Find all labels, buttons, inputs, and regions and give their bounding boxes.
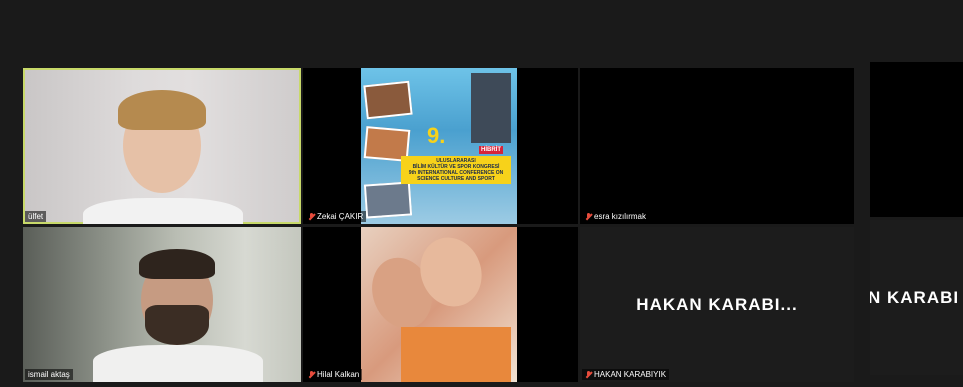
poster-title-block: ULUSLARARASI BİLİM KÜLTÜR VE SPOR KONGRE…	[401, 156, 511, 184]
participant-name-label: ülfet	[25, 211, 47, 222]
mic-muted-icon	[308, 370, 315, 379]
poster-number: 9.	[427, 123, 446, 148]
poster-photo	[363, 181, 413, 219]
participant-shirt	[83, 198, 243, 224]
photo-shirt	[401, 327, 511, 382]
video-tile-hilal[interactable]: Hilal Kalkan	[303, 227, 578, 382]
participant-name-label: Hilal Kalkan	[305, 369, 363, 380]
participant-display-name: N KARABI	[870, 287, 960, 307]
participant-hair	[139, 249, 215, 279]
video-tile-ulfet[interactable]: ülfet	[23, 68, 301, 224]
poster-photo	[363, 80, 413, 120]
participant-hair	[118, 90, 206, 130]
video-tile-ismail[interactable]: ismail aktaş	[23, 227, 301, 382]
poster-hybrid-tag: HİBRİT	[479, 146, 503, 154]
video-tile-hakan[interactable]: HAKAN KARABI... HAKAN KARABIYIK	[580, 227, 854, 382]
shared-poster-image: 9. HİBRİT ULUSLARARASI BİLİM KÜLTÜR VE S…	[361, 68, 517, 224]
video-tile-zekai[interactable]: 9. HİBRİT ULUSLARARASI BİLİM KÜLTÜR VE S…	[303, 68, 578, 224]
participant-profile-photo	[361, 227, 517, 382]
mic-muted-icon	[308, 212, 315, 221]
participant-name-label: esra kızılırmak	[582, 211, 650, 222]
mic-muted-icon	[585, 212, 592, 221]
participant-name-label: ismail aktaş	[25, 369, 73, 380]
participant-shirt	[93, 345, 263, 382]
mic-muted-icon	[585, 370, 592, 379]
video-tile-partial-hakan[interactable]: N KARABI	[870, 220, 963, 375]
video-tile-esra[interactable]: esra kızılırmak	[580, 68, 854, 224]
participant-display-name: HAKAN KARABI...	[636, 294, 798, 314]
participant-name-label: HAKAN KARABIYIK	[582, 369, 670, 380]
participant-name-label: Zekai ÇAKIR	[305, 211, 367, 222]
participant-beard	[145, 305, 209, 345]
video-tile-partial[interactable]	[870, 62, 963, 217]
poster-photo	[471, 73, 511, 143]
